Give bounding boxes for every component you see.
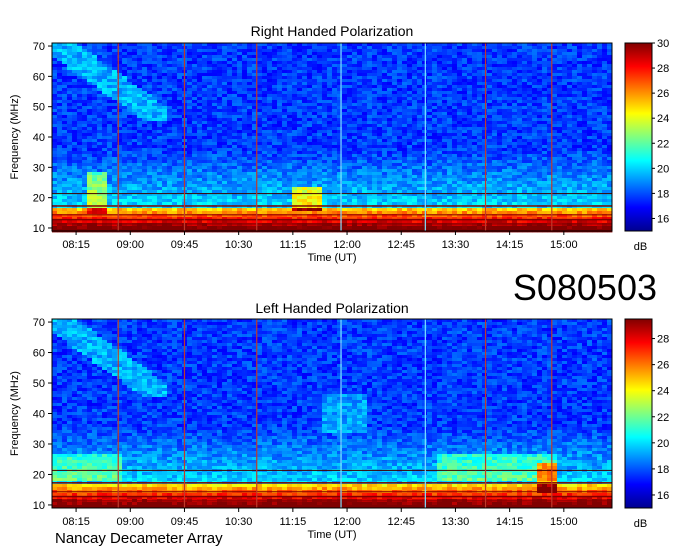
y-tick-label: 40 (33, 409, 45, 421)
y-tick-label: 60 (33, 71, 45, 83)
colorbar-tick-label: 22 (657, 138, 669, 150)
y-axis: 10 20 30 40 50 60 70 Frequency (MHz) (9, 41, 52, 235)
colorbar-scale (625, 43, 652, 231)
left-polarization-panel: Left Handed Polarization 10 20 30 40 50 60 70 Fr… (9, 300, 669, 541)
x-tick-label: 12:00 (333, 239, 361, 251)
x-tick-label: 12:45 (387, 239, 415, 251)
x-tick-label: 13:30 (442, 516, 470, 528)
y-tick-label: 30 (33, 162, 45, 174)
x-axis-label: Time (UT) (307, 529, 356, 541)
interference-line (52, 496, 612, 498)
footer-label: Nancay Decameter Array (55, 530, 223, 547)
colorbar-tick-label: 20 (657, 163, 669, 175)
interference-line (52, 205, 612, 207)
x-axis: 08:15 09:00 09:45 10:30 11:15 12:00 12:45 13:30… (62, 231, 577, 264)
spectrogram-heatmap (52, 43, 612, 232)
y-tick-label: 20 (33, 193, 45, 205)
colorbar-tick-label: 26 (657, 360, 669, 372)
colorbar-unit-label: dB (634, 241, 647, 253)
y-axis: 10 20 30 40 50 60 70 Frequency (MHz) (9, 317, 52, 512)
interference-line (52, 491, 612, 492)
x-tick-label: 12:45 (387, 516, 415, 528)
x-tick-label: 11:15 (280, 516, 307, 528)
x-tick-label: 13:30 (442, 239, 470, 251)
x-tick-label: 12:00 (333, 516, 361, 528)
colorbar-tick-label: 16 (657, 213, 669, 225)
interference-line (52, 470, 612, 471)
interference-line (52, 219, 612, 221)
panel-title: Left Handed Polarization (255, 300, 408, 316)
y-tick-label: 70 (33, 317, 45, 329)
colorbar: 16 18 20 22 24 26 28 30 dB (625, 38, 669, 253)
x-tick-label: 11:15 (280, 239, 307, 251)
y-tick-label: 70 (33, 41, 45, 53)
y-tick-label: 50 (33, 378, 45, 390)
x-tick-label: 14:15 (496, 516, 524, 528)
x-tick-label: 08:15 (62, 516, 90, 528)
x-tick-label: 09:00 (117, 239, 145, 251)
colorbar-tick-label: 22 (657, 412, 669, 424)
x-tick-label: 10:30 (225, 239, 253, 251)
interference-line (52, 482, 612, 484)
colorbar-scale (625, 319, 652, 508)
interference-line (52, 193, 612, 194)
y-tick-label: 50 (33, 102, 45, 114)
colorbar-tick-label: 30 (657, 38, 669, 50)
y-tick-label: 20 (33, 469, 45, 481)
x-tick-label: 08:15 (62, 239, 90, 251)
interference-line (52, 500, 612, 501)
x-tick-label: 15:00 (550, 239, 578, 251)
colorbar: 16 18 20 22 24 26 28 dB (625, 319, 669, 530)
x-tick-label: 15:00 (550, 516, 578, 528)
y-tick-label: 10 (33, 223, 45, 235)
y-tick-label: 40 (33, 132, 45, 144)
y-axis-label: Frequency (MHz) (9, 95, 21, 180)
panel-title: Right Handed Polarization (251, 23, 414, 39)
x-tick-label: 10:30 (225, 516, 253, 528)
x-tick-label: 09:45 (171, 516, 199, 528)
station-id-label: S080503 (513, 267, 657, 308)
colorbar-tick-label: 28 (657, 334, 669, 346)
colorbar-tick-label: 24 (657, 386, 669, 398)
x-tick-label: 14:15 (496, 239, 524, 251)
interference-line (52, 214, 612, 215)
y-tick-label: 30 (33, 439, 45, 451)
y-axis-label: Frequency (MHz) (9, 371, 21, 456)
colorbar-tick-label: 20 (657, 438, 669, 450)
colorbar-tick-label: 16 (657, 490, 669, 502)
y-tick-label: 60 (33, 348, 45, 360)
y-tick-label: 10 (33, 500, 45, 512)
spectrogram-heatmap (52, 319, 612, 508)
x-tick-label: 09:00 (117, 516, 145, 528)
colorbar-tick-label: 24 (657, 113, 669, 125)
right-polarization-panel: Right Handed Polarization 10 20 30 40 50 60 70 F… (9, 23, 669, 264)
spectrogram-figure: Right Handed Polarization 10 20 30 40 50 60 70 F… (0, 0, 680, 552)
colorbar-unit-label: dB (634, 518, 647, 530)
colorbar-tick-label: 28 (657, 63, 669, 75)
colorbar-tick-label: 26 (657, 88, 669, 100)
colorbar-tick-label: 18 (657, 188, 669, 200)
colorbar-tick-label: 18 (657, 464, 669, 476)
x-axis-label: Time (UT) (307, 252, 356, 264)
interference-line (52, 223, 612, 224)
x-tick-label: 09:45 (171, 239, 199, 251)
